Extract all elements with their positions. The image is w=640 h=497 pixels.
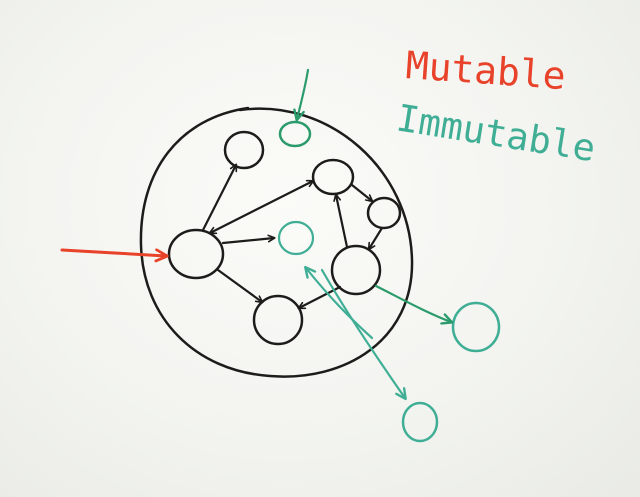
edge-root-to-bottom xyxy=(216,268,264,304)
edge-small-right-to-right xyxy=(367,226,384,251)
immutable-external-reference-arrow xyxy=(293,68,310,122)
edge-root-upper-right-bidirectional xyxy=(208,179,315,235)
node-mutable-small-right xyxy=(366,196,402,230)
node-immutable-center xyxy=(277,220,315,256)
edge-upper-right-to-small-right xyxy=(350,183,374,203)
edge-right-to-upper-right xyxy=(333,193,349,249)
node-mutable-bottom xyxy=(252,294,304,346)
object-graph-diagram: Mutable Immutable xyxy=(60,43,599,443)
node-mutable-upper-right xyxy=(311,158,355,196)
immutable-edge-right-to-outside-right xyxy=(374,284,454,325)
mutable-external-reference-arrow xyxy=(60,248,169,263)
node-mutable-root xyxy=(167,228,225,280)
node-immutable-top xyxy=(278,120,312,148)
immutable-edge-to-outside-bottom xyxy=(320,268,407,401)
whiteboard: Mutable Immutable xyxy=(0,0,640,497)
legend-mutable: Mutable xyxy=(404,43,567,98)
edge-root-to-immutable-center xyxy=(221,234,276,245)
immutable-edge-to-center xyxy=(304,265,374,340)
edge-root-to-top xyxy=(201,163,238,232)
legend-immutable: Immutable xyxy=(394,96,599,170)
node-mutable-top xyxy=(223,130,265,170)
node-immutable-outside-bottom xyxy=(401,401,439,443)
node-immutable-outside-right xyxy=(451,301,501,353)
